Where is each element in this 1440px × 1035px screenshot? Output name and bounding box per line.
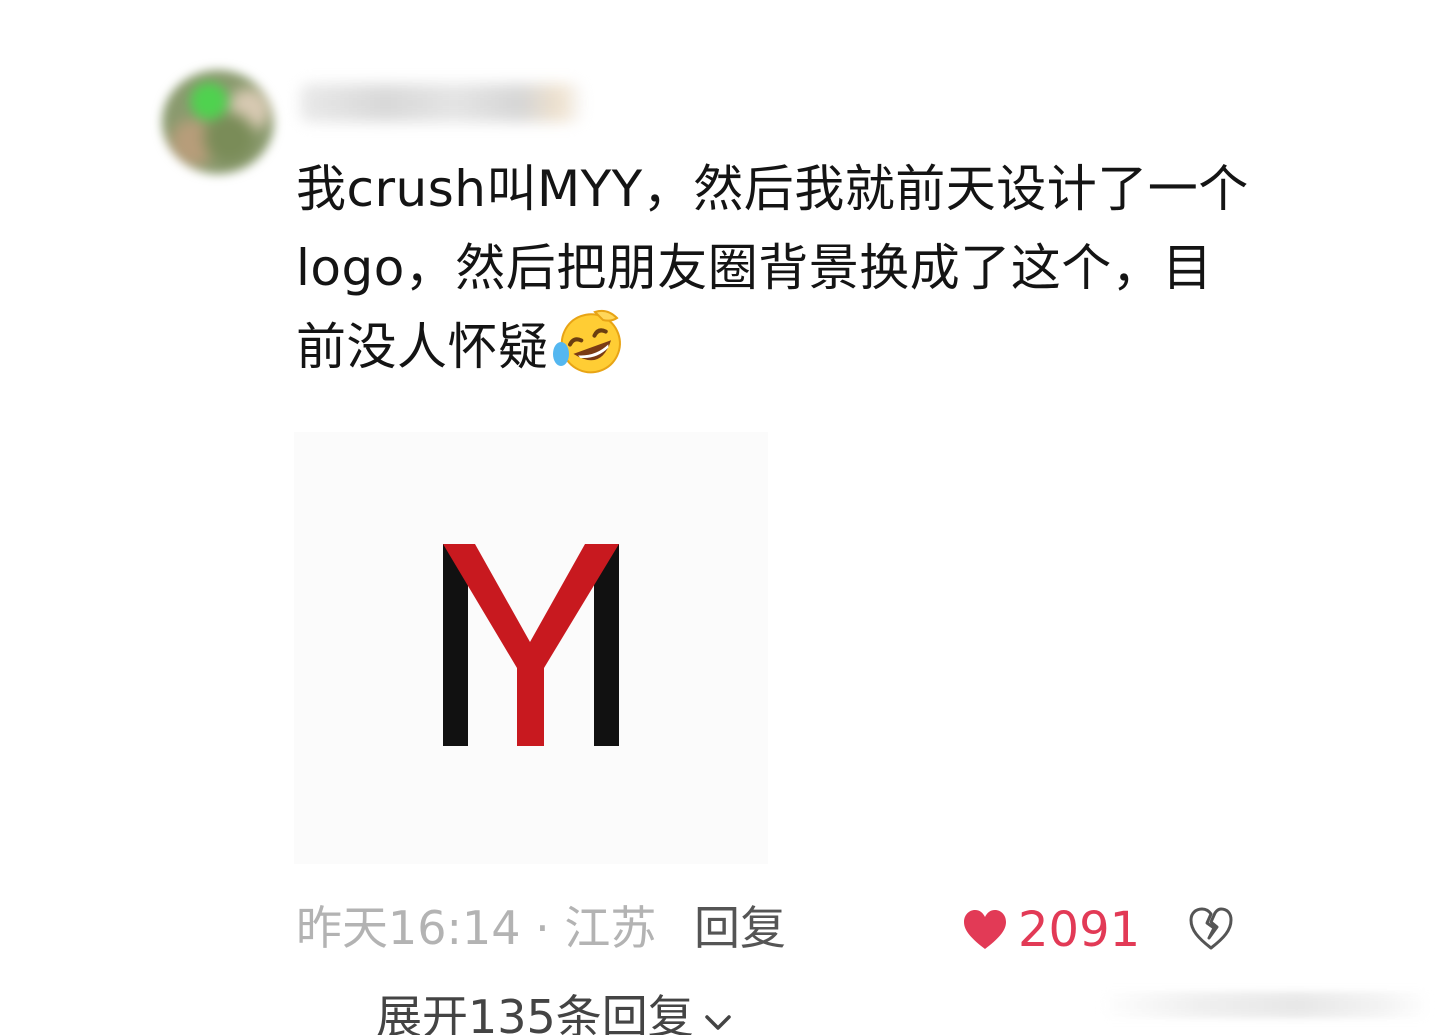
heart-icon (964, 910, 1006, 949)
reply-button[interactable]: 回复 (694, 898, 786, 958)
comment-body: 我crush叫MYY，然后我就前天设计了一个logo，然后把朋友圈背景换成了这个… (296, 150, 1256, 387)
expand-replies-button[interactable]: 展开135条回复 (376, 988, 734, 1035)
my-logo-image (443, 544, 619, 746)
user-avatar[interactable] (162, 70, 274, 174)
chevron-down-icon (705, 1015, 731, 1030)
rolling-on-floor-laughing-emoji-icon (551, 308, 627, 376)
comment-text: 我crush叫MYY，然后我就前天设计了一个logo，然后把朋友圈背景换成了这个… (296, 160, 1249, 376)
image-attachment[interactable] (294, 432, 768, 864)
comment-screen: 我crush叫MYY，然后我就前天设计了一个logo，然后把朋友圈背景换成了这个… (0, 0, 1440, 1035)
like-button[interactable]: 2091 (962, 902, 1140, 958)
timestamp-location: 昨天16:14 · 江苏 (296, 901, 657, 955)
username-blurred (300, 84, 582, 122)
watermark-blur (1100, 992, 1430, 1018)
like-count: 2091 (1018, 902, 1141, 958)
broken-heart-icon[interactable] (1188, 906, 1234, 952)
comment-meta-row: 昨天16:14 · 江苏 回复 2091 (296, 898, 1256, 960)
expand-replies-label: 展开135条回复 (376, 990, 694, 1035)
